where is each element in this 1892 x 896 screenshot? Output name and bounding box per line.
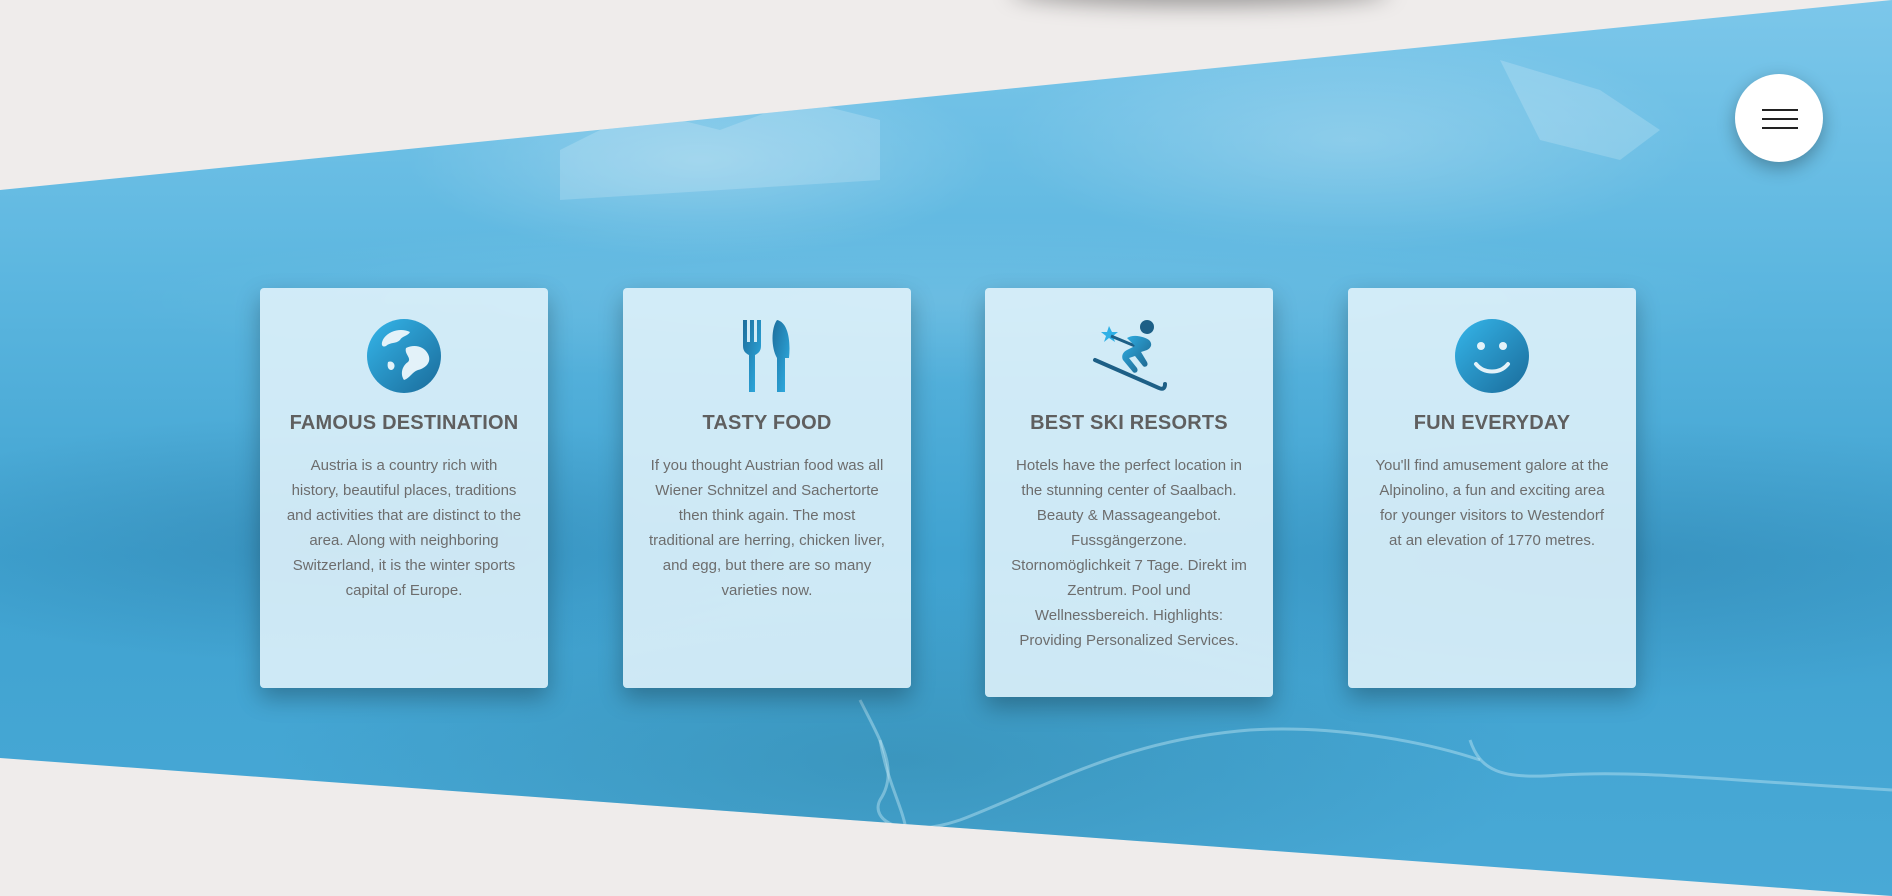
feature-card-tasty-food: TASTY FOOD If you thought Austrian food … [623,288,911,688]
hamburger-menu-icon-bar [1762,127,1798,129]
page: FAMOUS DESTINATION Austria is a country … [0,0,1892,896]
card-description: You'll find amusement galore at the Alpi… [1375,457,1609,549]
smiley-icon [1455,319,1529,393]
card-description: If you thought Austrian food was all Wie… [649,457,885,599]
globe-icon [367,319,441,393]
feature-card-fun-everyday: FUN EVERYDAY You'll find amusement galor… [1348,288,1636,688]
hamburger-menu-icon-bar [1762,118,1798,120]
hamburger-menu-icon [1762,109,1798,111]
feature-card-best-ski-resorts: BEST SKI RESORTS Hotels have the perfect… [985,288,1273,697]
card-description: Hotels have the perfect location in the … [1011,457,1247,649]
card-title: TASTY FOOD [702,412,832,434]
fork-knife-icon [743,320,790,392]
skier-icon [1093,320,1167,391]
card-title: BEST SKI RESORTS [1030,412,1228,434]
card-title: FUN EVERYDAY [1413,412,1571,434]
card-title: FAMOUS DESTINATION [289,412,519,434]
feature-card-famous-destination: FAMOUS DESTINATION Austria is a country … [260,288,548,688]
hamburger-menu-button[interactable] [1735,74,1823,162]
card-description: Austria is a country rich with history, … [286,457,522,599]
